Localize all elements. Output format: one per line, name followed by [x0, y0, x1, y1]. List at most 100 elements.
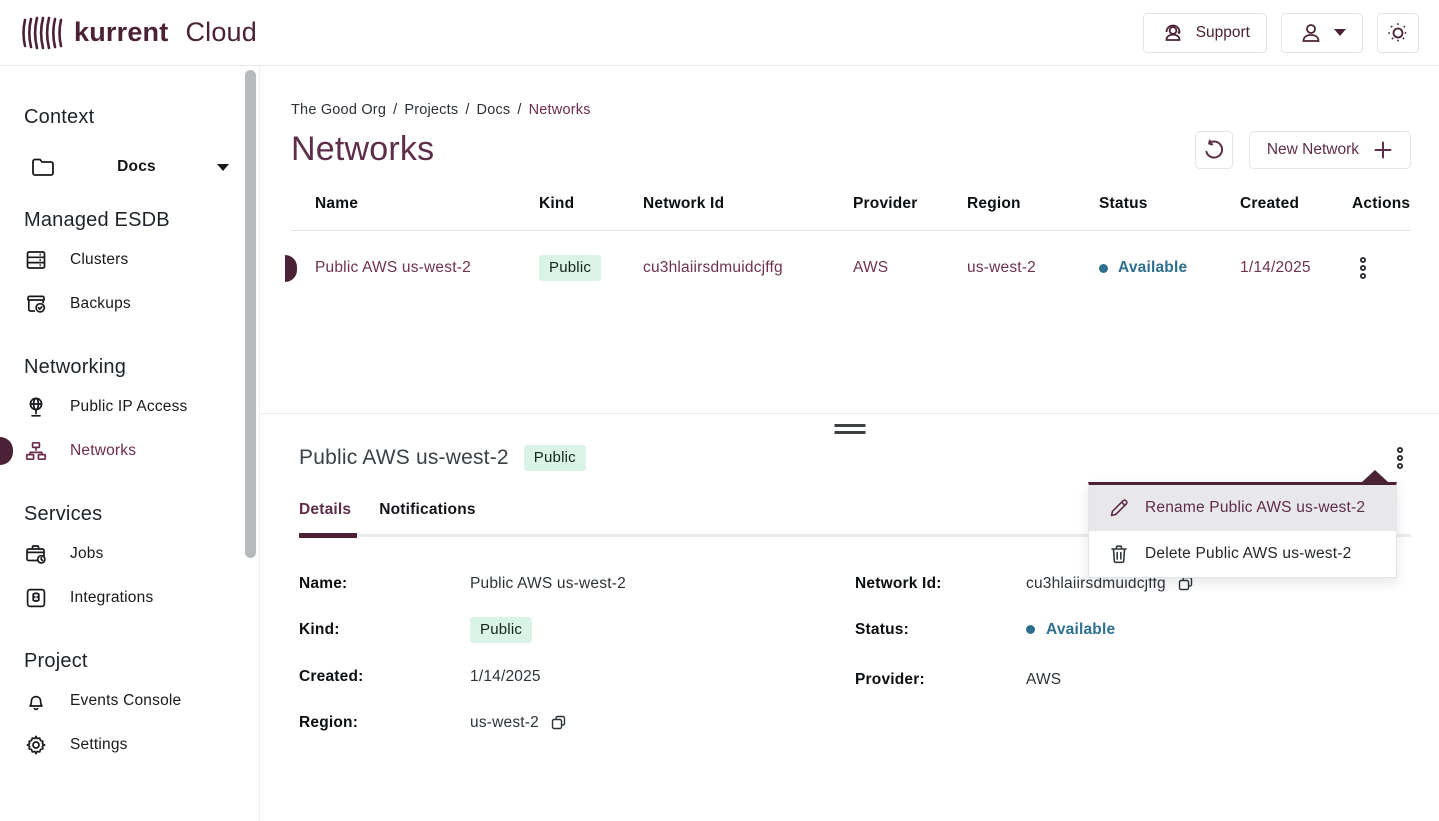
field-label-provider: Provider: [855, 671, 1026, 689]
cell-created: 1/14/2025 [1216, 259, 1328, 277]
networks-table: Name Kind Network Id Provider Region Sta… [291, 195, 1411, 305]
actions-dropdown-menu: Rename Public AWS us-west-2 Delete Publi… [1088, 482, 1397, 578]
breadcrumb-org[interactable]: The Good Org [291, 102, 386, 118]
project-selector-value: Docs [56, 158, 217, 176]
menu-item-label: Rename Public AWS us-west-2 [1145, 499, 1365, 517]
sidebar-item-label: Networks [70, 442, 136, 460]
menu-item-delete[interactable]: Delete Public AWS us-west-2 [1089, 531, 1396, 577]
field-value-region: us-west-2 [470, 714, 539, 732]
row-actions-kebab-button[interactable] [1352, 252, 1374, 284]
col-header-network-id: Network Id [619, 195, 829, 213]
support-button[interactable]: Support [1143, 13, 1267, 53]
copy-region-button[interactable] [550, 714, 567, 731]
tab-notifications[interactable]: Notifications [379, 501, 475, 534]
trash-icon [1108, 543, 1130, 565]
globe-stand-icon [24, 395, 48, 419]
breadcrumb-separator: / [465, 102, 469, 118]
detail-actions-kebab-button[interactable] [1389, 442, 1411, 474]
sidebar-section-project: Project [24, 650, 259, 673]
detail-kind-badge: Public [524, 445, 586, 471]
tab-details[interactable]: Details [299, 501, 351, 534]
col-header-kind: Kind [515, 195, 619, 213]
sidebar-section-networking: Networking [24, 356, 259, 379]
menu-item-label: Delete Public AWS us-west-2 [1145, 545, 1351, 563]
support-label: Support [1196, 24, 1250, 42]
sun-icon [1386, 21, 1410, 45]
new-network-label: New Network [1267, 141, 1359, 159]
logo-suffix: Cloud [185, 17, 257, 48]
sidebar-item-label: Backups [70, 295, 131, 313]
top-bar: kurrent Cloud Support [0, 0, 1439, 66]
sidebar-item-networks[interactable]: Networks [24, 429, 259, 473]
briefcase-clock-icon [24, 542, 48, 566]
chevron-down-icon [1334, 29, 1346, 36]
breadcrumb-separator: / [517, 102, 521, 118]
outlet-icon [24, 586, 48, 610]
col-header-status: Status [1075, 195, 1216, 213]
sidebar-item-label: Clusters [70, 251, 128, 269]
detail-title: Public AWS us-west-2 [299, 446, 509, 470]
sidebar-item-integrations[interactable]: Integrations [24, 576, 259, 620]
theme-toggle-button[interactable] [1377, 13, 1419, 53]
sidebar-section-context: Context [24, 106, 259, 129]
cell-status: Available [1075, 259, 1216, 277]
cell-provider: AWS [829, 259, 943, 277]
project-selector[interactable]: Docs [30, 155, 229, 179]
active-item-indicator [0, 437, 13, 465]
sidebar-item-settings[interactable]: Settings [24, 723, 259, 767]
kurrent-cloud-logo[interactable]: kurrent Cloud [22, 14, 257, 52]
sidebar-section-managed-esdb: Managed ESDB [24, 209, 259, 232]
bell-icon [24, 689, 48, 713]
col-header-created: Created [1216, 195, 1328, 213]
breadcrumb-current: Networks [529, 102, 591, 118]
sidebar-item-public-ip-access[interactable]: Public IP Access [24, 385, 259, 429]
table-row[interactable]: Public AWS us-west-2 Public cu3hlaiirsdm… [291, 231, 1411, 305]
refresh-icon [1203, 139, 1225, 161]
status-label: Available [1118, 259, 1187, 277]
field-label-region: Region: [299, 714, 470, 732]
status-dot [1099, 264, 1108, 273]
sidebar-item-label: Settings [70, 736, 128, 754]
new-network-button[interactable]: New Network [1249, 131, 1411, 169]
sidebar-item-label: Integrations [70, 589, 153, 607]
detail-panel: Public AWS us-west-2 Public Details Noti… [260, 414, 1439, 821]
breadcrumb: The Good Org / Projects / Docs / Networks [291, 102, 1411, 118]
field-value-provider: AWS [1026, 671, 1061, 689]
status-label: Available [1046, 621, 1115, 639]
breadcrumb-projects[interactable]: Projects [404, 102, 458, 118]
backup-box-icon [24, 292, 48, 316]
sidebar-item-jobs[interactable]: Jobs [24, 532, 259, 576]
kind-badge: Public [539, 255, 601, 281]
menu-arrow [1362, 470, 1388, 482]
col-header-actions: Actions [1328, 195, 1411, 213]
panel-resize-handle[interactable] [834, 424, 865, 434]
sidebar-item-backups[interactable]: Backups [24, 282, 259, 326]
field-label-kind: Kind: [299, 621, 470, 639]
refresh-button[interactable] [1195, 131, 1233, 169]
field-label-network-id: Network Id: [855, 575, 1026, 593]
active-tab-indicator [299, 533, 357, 538]
sidebar-section-services: Services [24, 503, 259, 526]
breadcrumb-separator: / [393, 102, 397, 118]
network-nodes-icon [24, 439, 48, 463]
user-menu-button[interactable] [1281, 13, 1363, 53]
pencil-icon [1108, 497, 1130, 519]
col-header-region: Region [943, 195, 1075, 213]
copy-icon [550, 714, 567, 731]
field-value-status: Available [1026, 621, 1115, 639]
kebab-icon [1358, 256, 1368, 280]
breadcrumb-docs[interactable]: Docs [477, 102, 511, 118]
plus-icon [1373, 140, 1393, 160]
field-kind-badge: Public [470, 617, 532, 643]
sidebar: Context Docs Managed ESDB Clusters [0, 66, 260, 821]
col-header-provider: Provider [829, 195, 943, 213]
sidebar-item-events-console[interactable]: Events Console [24, 679, 259, 723]
gear-icon [24, 733, 48, 757]
field-label-created: Created: [299, 668, 470, 686]
menu-item-rename[interactable]: Rename Public AWS us-west-2 [1089, 485, 1396, 531]
sidebar-item-clusters[interactable]: Clusters [24, 238, 259, 282]
page-title: Networks [291, 130, 434, 169]
main-content: The Good Org / Projects / Docs / Networks Netw… [260, 66, 1439, 821]
cell-name: Public AWS us-west-2 [291, 259, 515, 277]
logo-text: kurrent [74, 17, 168, 48]
